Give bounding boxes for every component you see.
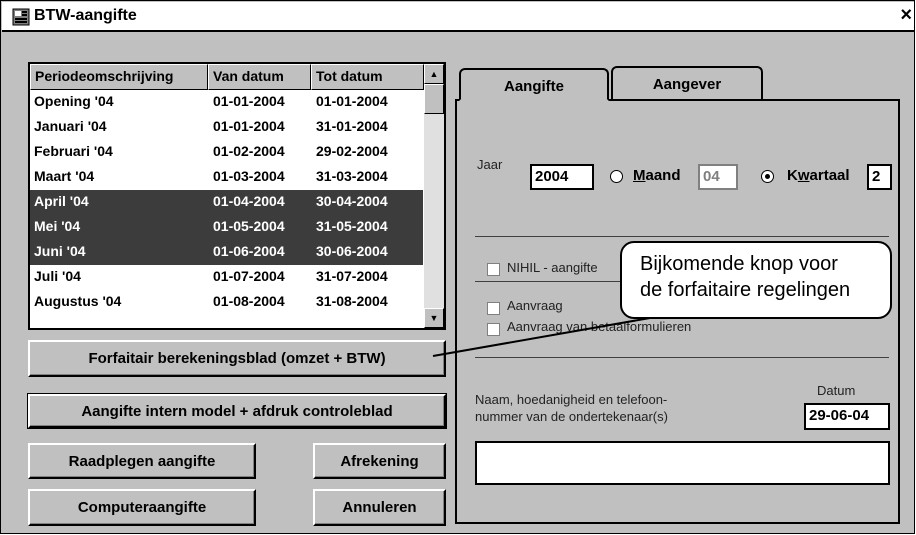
callout-line-2: de forfaitaire regelingen — [640, 279, 851, 301]
callout-box: Bijkomende knop voor de forfaitaire rege… — [620, 241, 892, 319]
callout-line-1: Bijkomende knop voor — [640, 253, 838, 275]
tab-aangifte[interactable]: Aangifte — [459, 68, 609, 101]
